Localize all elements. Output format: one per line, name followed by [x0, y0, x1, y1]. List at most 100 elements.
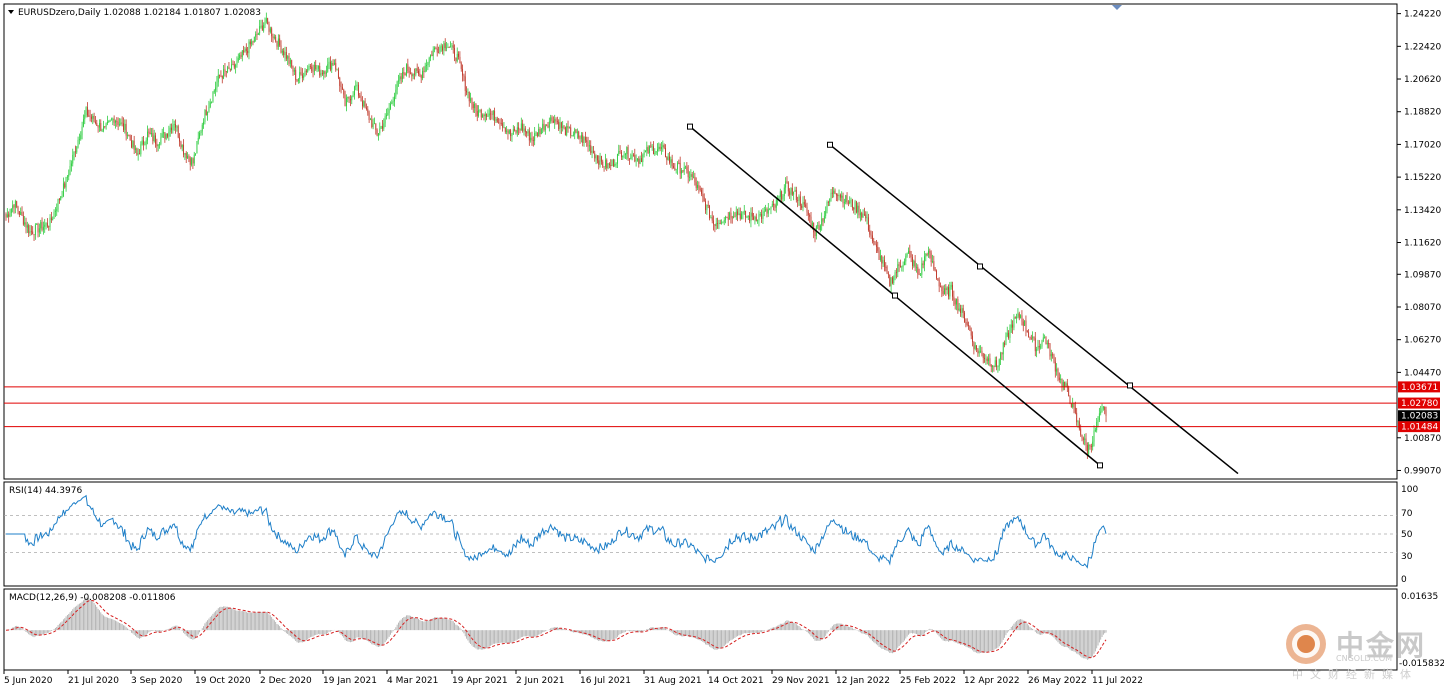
candle	[328, 57, 330, 70]
candle	[1064, 381, 1066, 391]
candle	[219, 74, 221, 79]
candle	[838, 189, 840, 201]
channel-handle[interactable]	[1097, 462, 1103, 469]
channel-handle[interactable]	[687, 123, 693, 130]
candle	[107, 115, 108, 126]
candle	[726, 216, 728, 219]
candle	[843, 198, 845, 210]
candle	[100, 119, 102, 132]
channel-handle[interactable]	[827, 141, 833, 148]
candle	[977, 347, 979, 357]
candle	[86, 102, 88, 118]
candle	[223, 64, 225, 80]
candle	[575, 129, 577, 134]
candle	[713, 215, 714, 231]
candle	[311, 63, 313, 74]
candle	[120, 118, 122, 126]
candle	[950, 281, 952, 290]
candle	[639, 155, 641, 165]
candle	[591, 146, 593, 159]
channel-handle[interactable]	[892, 292, 898, 299]
candle	[750, 207, 752, 228]
candle	[132, 140, 134, 149]
candle	[472, 101, 474, 113]
candle	[1090, 443, 1092, 453]
candle	[861, 211, 863, 221]
candle	[1010, 319, 1012, 333]
price-tick: 1.08070	[1404, 303, 1441, 313]
candle	[1044, 334, 1046, 339]
candle	[637, 157, 638, 162]
candle	[587, 136, 589, 152]
candle	[689, 171, 690, 182]
candle	[739, 207, 741, 221]
candle	[678, 159, 680, 165]
candle	[568, 126, 570, 129]
candle	[825, 206, 827, 219]
candle	[588, 140, 590, 152]
candle	[349, 95, 351, 107]
channel-handle[interactable]	[1127, 382, 1133, 389]
candle	[406, 63, 407, 77]
candle	[535, 131, 537, 137]
candle	[527, 129, 529, 137]
candle	[809, 213, 811, 223]
candle	[454, 44, 456, 62]
candle	[685, 165, 686, 169]
candle	[866, 211, 868, 225]
candle	[408, 66, 410, 78]
candle	[1066, 378, 1068, 392]
candle	[679, 156, 681, 179]
candle	[670, 156, 672, 168]
candle	[883, 255, 885, 272]
candle	[193, 151, 195, 166]
candle	[336, 68, 338, 71]
trading-chart[interactable]: EURUSDzero,Daily 1.02088 1.02184 1.01807…	[0, 0, 1444, 692]
candle	[964, 310, 965, 323]
candle	[997, 365, 999, 373]
candle	[758, 210, 760, 227]
candle	[738, 207, 740, 216]
candle	[761, 209, 763, 223]
date-tick: 31 Aug 2021	[644, 676, 702, 686]
candle	[53, 209, 55, 219]
candle	[791, 183, 793, 196]
candle	[163, 127, 164, 139]
candle	[276, 40, 278, 50]
candle	[1098, 407, 1100, 423]
candle	[264, 17, 266, 29]
candle	[507, 128, 509, 140]
candle	[734, 212, 736, 218]
candle	[17, 205, 19, 215]
date-tick: 2 Dec 2020	[260, 676, 312, 686]
candle	[555, 117, 557, 125]
candle	[467, 88, 469, 99]
candle	[834, 188, 836, 195]
candle	[1018, 311, 1020, 321]
price-panel[interactable]	[3, 3, 1398, 480]
candle	[57, 198, 59, 213]
candle	[412, 73, 414, 80]
candle	[556, 116, 558, 125]
rsi-axis-30: 30	[1401, 552, 1413, 562]
candle	[925, 253, 927, 262]
candle	[641, 151, 642, 163]
channel-handle[interactable]	[977, 263, 983, 270]
candle	[862, 209, 864, 218]
candle	[281, 48, 283, 56]
candle	[803, 195, 805, 208]
candle	[510, 128, 512, 142]
candle	[829, 198, 831, 206]
candle	[980, 345, 981, 354]
candle	[135, 145, 136, 154]
candle	[552, 116, 554, 124]
candle	[526, 130, 528, 138]
candle	[831, 187, 833, 199]
candle	[1021, 310, 1023, 326]
candle	[97, 124, 99, 133]
candle	[611, 159, 613, 167]
candle	[180, 140, 182, 150]
candle	[599, 152, 601, 168]
candle	[446, 41, 447, 52]
candle	[1053, 353, 1055, 364]
